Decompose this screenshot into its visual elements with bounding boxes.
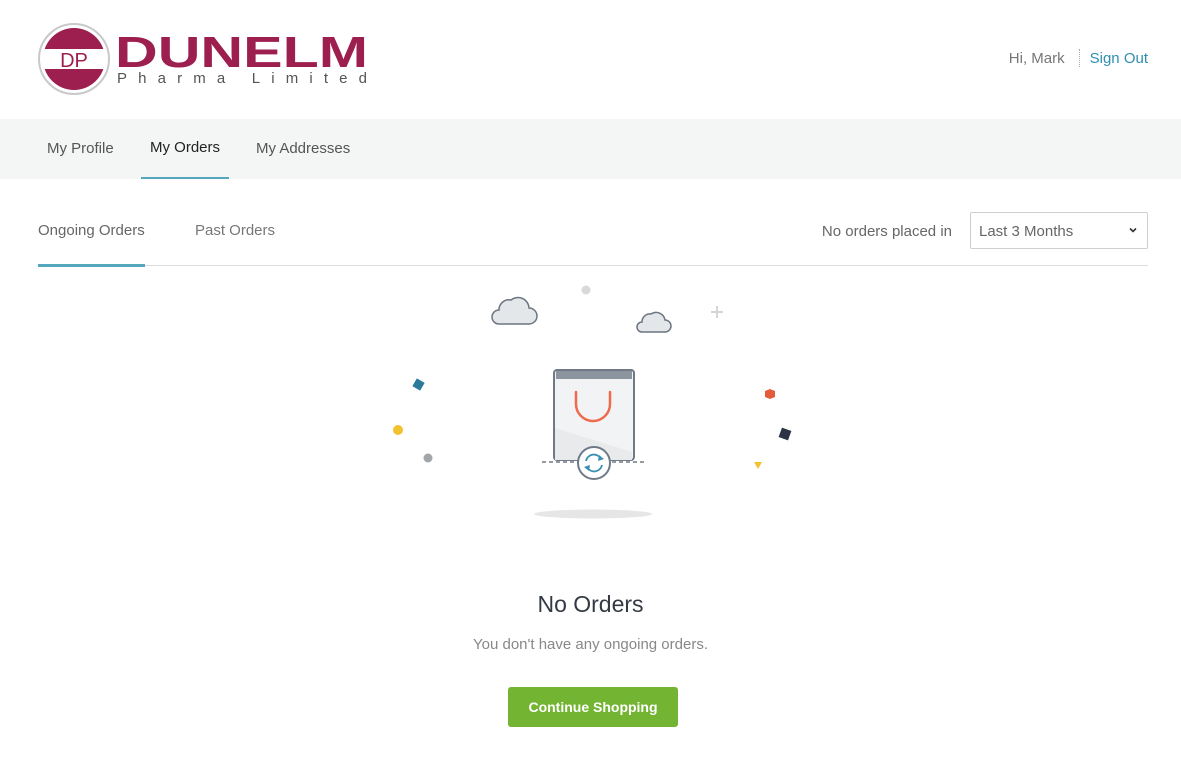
svg-text:DP: DP: [60, 50, 88, 72]
tab-my-orders[interactable]: My Orders: [140, 119, 230, 179]
header-divider: [1078, 49, 1080, 67]
orders-subtabs: Ongoing Orders Past Orders No orders pla…: [38, 212, 1148, 267]
empty-orders-illustration: [380, 278, 810, 528]
filter-label: No orders placed in: [821, 223, 952, 240]
sign-out-link[interactable]: Sign Out: [1090, 50, 1148, 67]
period-select[interactable]: Last 3 Months: [970, 212, 1148, 249]
user-greeting: Hi, Mark: [1008, 49, 1065, 67]
tab-ongoing-orders[interactable]: Ongoing Orders: [38, 212, 145, 267]
chevron-down-icon: [1129, 227, 1137, 233]
empty-state-title: No Orders: [537, 591, 644, 617]
dunelm-logo[interactable]: DP DUNELM Pharma Limited: [38, 22, 378, 96]
svg-text:DUNELM: DUNELM: [115, 28, 368, 77]
tab-past-orders[interactable]: Past Orders: [195, 212, 275, 265]
cloud-icon: [491, 296, 538, 325]
refresh-icon: [577, 446, 611, 480]
tab-my-profile[interactable]: My Profile: [47, 119, 114, 179]
period-select-value: Last 3 Months: [979, 223, 1074, 240]
continue-shopping-button[interactable]: Continue Shopping: [508, 687, 678, 727]
plus-icon: [711, 306, 723, 318]
empty-state-message: You don't have any ongoing orders.: [473, 636, 708, 653]
tab-my-addresses[interactable]: My Addresses: [256, 119, 350, 179]
account-nav: My Profile My Orders My Addresses: [0, 119, 1181, 179]
site-header: DP DUNELM Pharma Limited Hi, Mark Sign O…: [0, 0, 1181, 119]
user-area: Hi, Mark Sign Out: [1009, 49, 1148, 67]
cloud-icon: [636, 311, 672, 333]
